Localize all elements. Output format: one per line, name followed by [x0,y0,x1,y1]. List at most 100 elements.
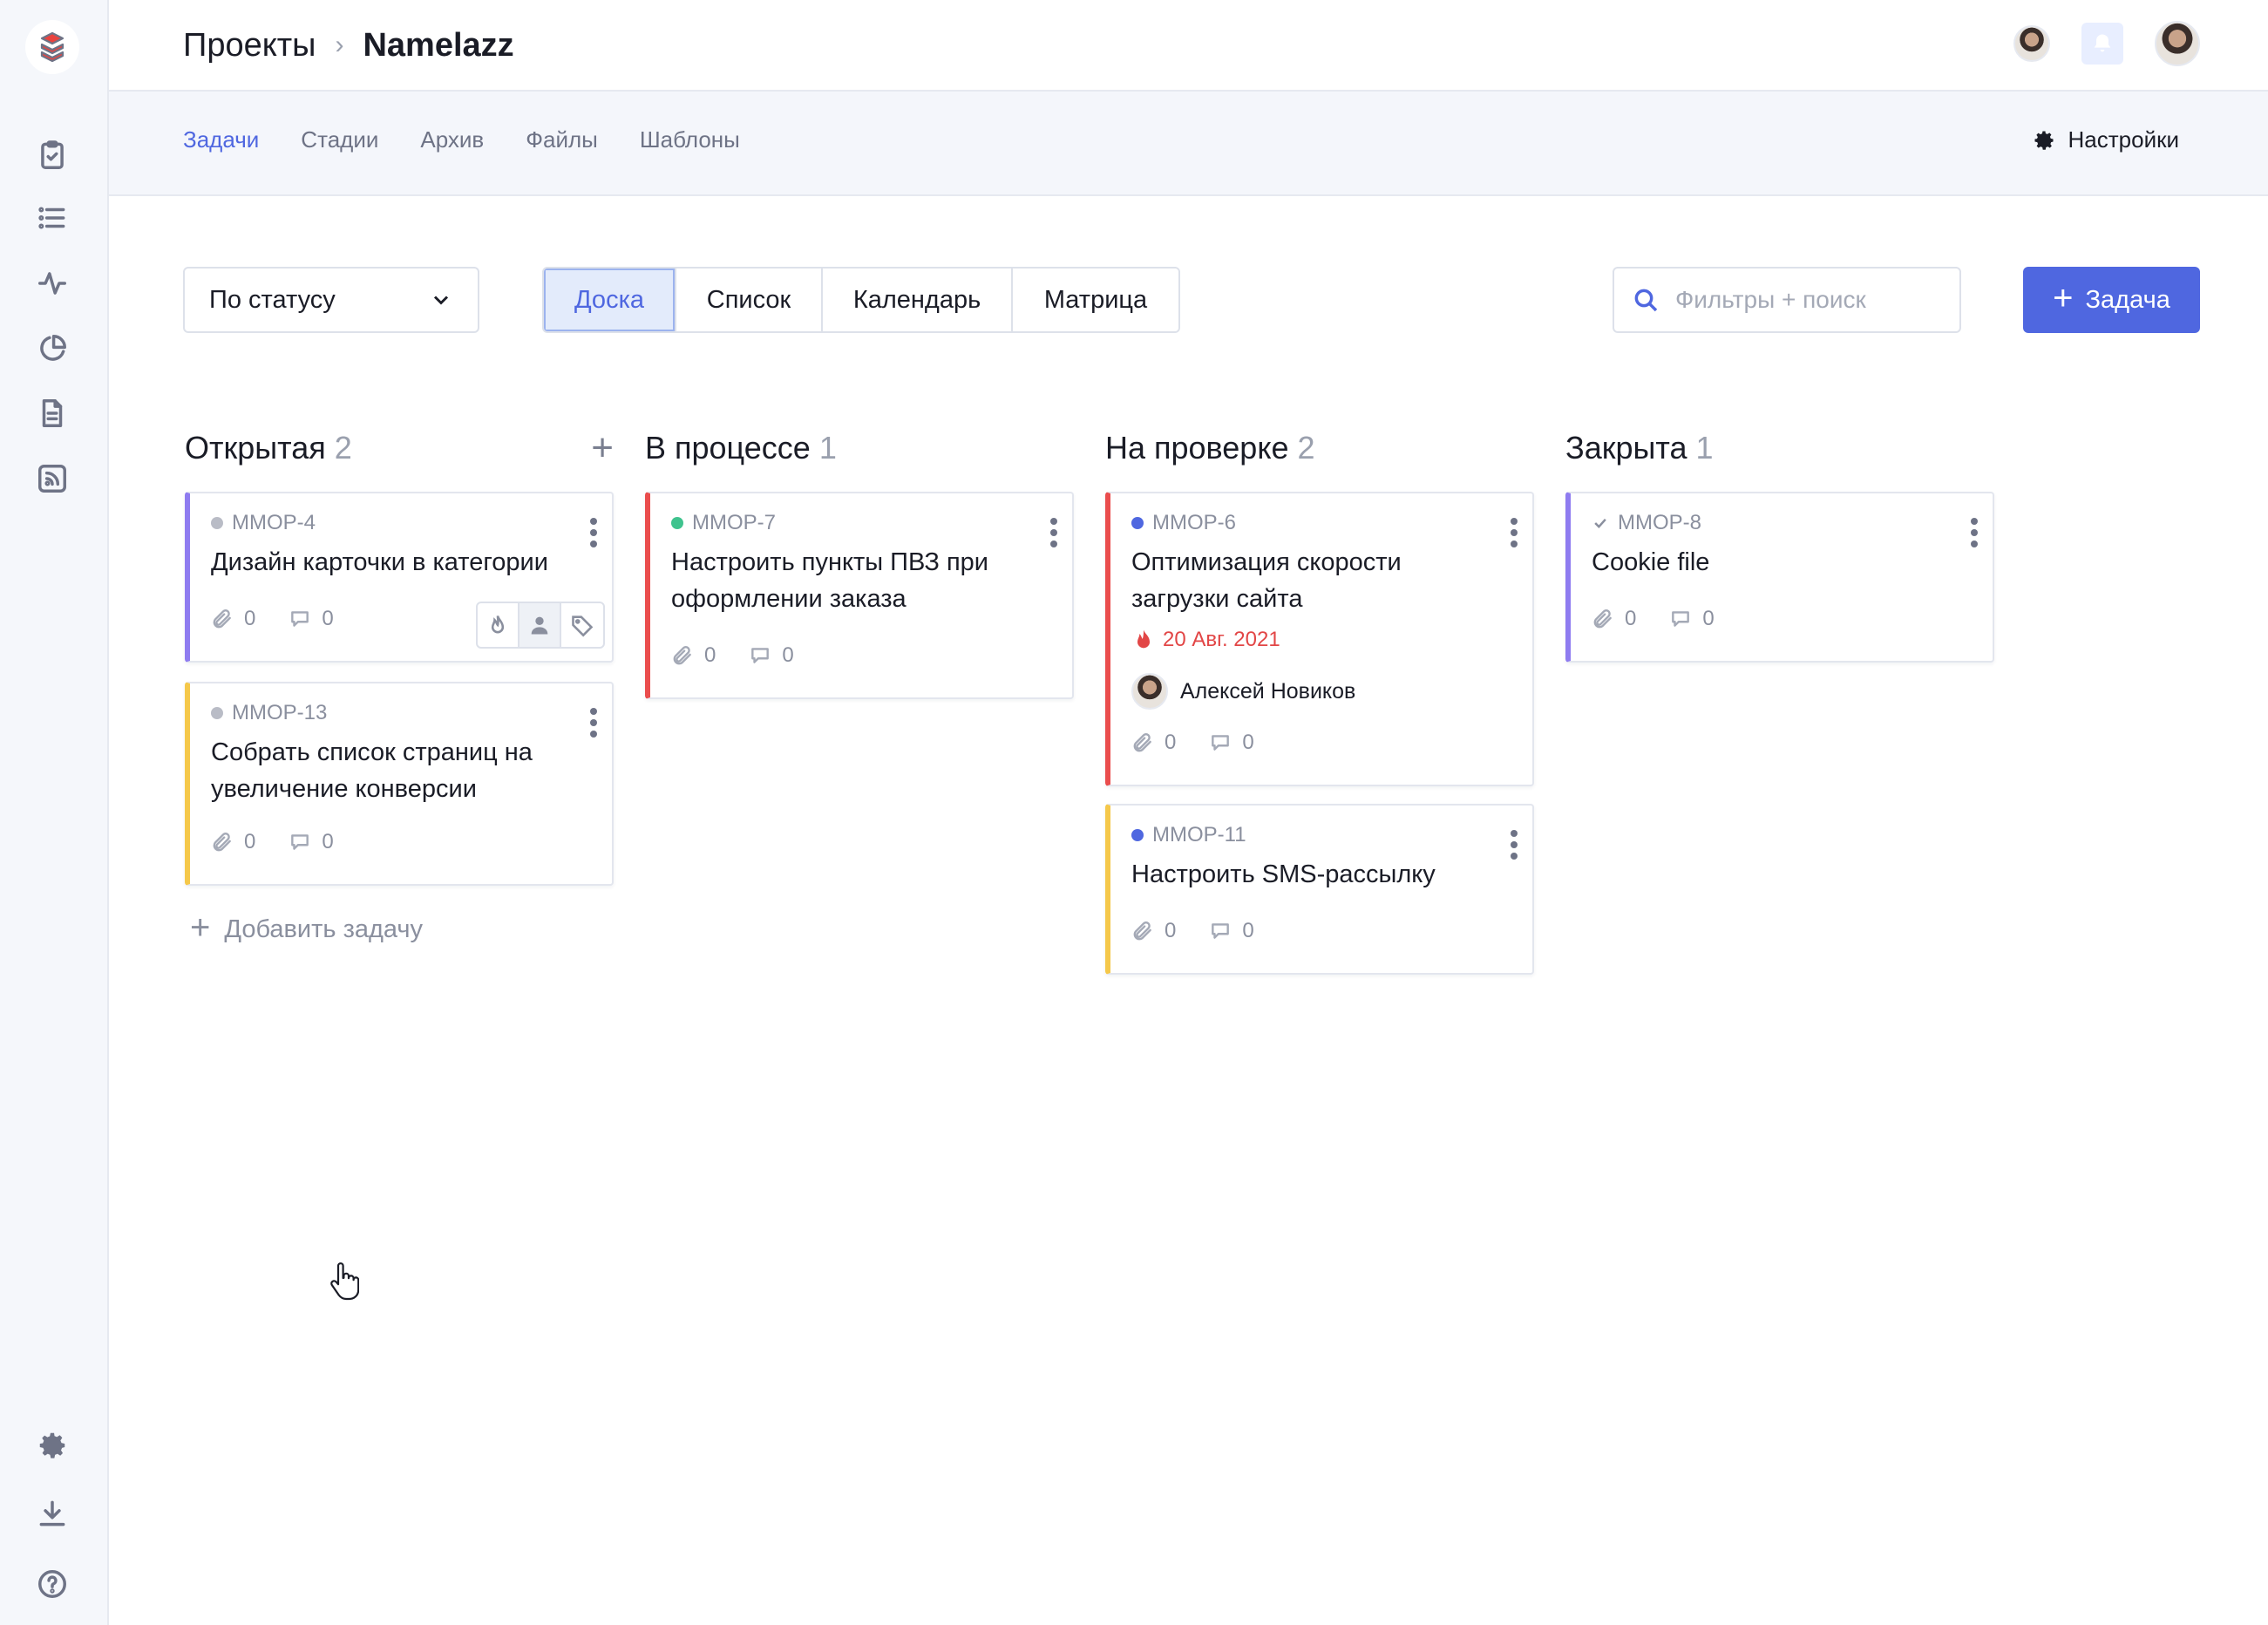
due-date: 20 Авг. 2021 [1131,628,1280,652]
attachments-count: 0 [244,607,256,630]
add-tag-button[interactable] [561,603,603,647]
add-task-button[interactable]: + Задача [2023,267,2200,333]
project-tabs-bar: Задачи Стадии Архив Файлы Шаблоны Настройки [109,92,2268,196]
pie-chart-icon[interactable] [33,330,71,368]
task-title: Cookie file [1592,548,1710,576]
left-sidebar [0,0,109,1625]
assignee[interactable]: Алексей Новиков [1131,673,1355,710]
bell-icon [2094,34,2111,52]
task-card-mmop-7[interactable]: MMOP-7 Настроить пункты ПВЗ при оформлен… [645,492,1074,699]
add-card-button[interactable]: + [591,429,614,467]
tab-3[interactable]: Файлы [526,126,598,153]
column-count: 2 [334,430,352,466]
view-list-button[interactable]: Список [676,269,823,331]
column-closed: Закрыта 1 [1565,422,1998,474]
group-by-value: По статусу [209,285,336,314]
breadcrumb: Проекты › Namelazz [183,24,514,66]
search-icon [1634,289,1658,312]
column-title: В процессе [645,430,811,466]
task-card-mmop-6[interactable]: MMOP-6 Оптимизация скорости загрузки сай… [1105,492,1534,786]
tab-2[interactable]: Архив [420,126,484,153]
paperclip-icon [1133,921,1151,941]
breadcrumb-projects-link[interactable]: Проекты [183,27,316,65]
paperclip-icon [1593,609,1612,629]
settings-label: Настройки [2068,126,2180,153]
column-open: Открытая 2 + [185,422,617,474]
tab-1[interactable]: Стадии [301,126,378,153]
feed-icon[interactable] [33,459,71,498]
tab-4[interactable]: Шаблоны [640,126,740,153]
card-menu-button[interactable] [1049,518,1058,547]
task-code: MMOP-8 [1618,511,1701,534]
assignee-avatar [1131,673,1168,710]
app-logo[interactable] [25,20,79,74]
column-title: На проверке [1105,430,1289,466]
comment-icon [1212,735,1230,751]
task-code: MMOP-6 [1152,511,1236,534]
team-avatar[interactable] [2013,25,2050,62]
task-card-mmop-13[interactable]: MMOP-13 Собрать список страниц на увелич… [185,682,614,886]
column-count: 2 [1297,430,1315,466]
task-code: MMOP-7 [692,511,776,534]
view-board-button[interactable]: Доска [544,269,676,331]
group-by-select[interactable]: По статусу [183,267,479,333]
search-input[interactable] [1675,286,1937,314]
priority-flame-button[interactable] [478,603,519,647]
view-calendar-button[interactable]: Календарь [823,269,1013,331]
card-menu-button[interactable] [589,518,598,547]
card-menu-button[interactable] [589,708,598,738]
attachments-count: 0 [1625,607,1637,630]
flame-icon [1137,629,1150,649]
gear-icon[interactable] [33,1426,71,1465]
add-task-link-label: Добавить задачу [224,914,424,943]
assignee-name: Алексей Новиков [1180,678,1356,704]
chevron-right-icon: › [335,31,344,59]
task-code: MMOP-4 [232,511,316,534]
top-header: Проекты › Namelazz [109,0,2268,92]
card-menu-button[interactable] [1510,518,1518,547]
add-task-link[interactable]: + Добавить задачу [190,910,424,945]
chevron-down-icon [433,296,449,305]
task-card-mmop-11[interactable]: MMOP-11 Настроить SMS-рассылку 0 0 [1105,804,1534,975]
view-matrix-button[interactable]: Матрица [1013,269,1178,331]
task-title: Собрать список страниц на увеличение кон… [211,738,533,803]
add-task-label: Задача [2085,285,2170,314]
task-card-mmop-8[interactable]: MMOP-8 Cookie file 0 0 [1565,492,1994,663]
comments-count: 0 [1242,919,1254,942]
comment-icon [291,834,309,850]
paperclip-icon [213,833,231,852]
user-icon [531,616,548,635]
help-icon[interactable] [33,1565,71,1603]
status-dot [211,517,223,529]
paperclip-icon [673,646,691,665]
activity-icon[interactable] [33,264,71,303]
notifications-button[interactable] [2081,23,2123,65]
tag-icon [572,615,594,637]
comments-count: 0 [1242,731,1254,754]
task-title: Настроить пункты ПВЗ при оформлении зака… [671,548,989,613]
settings-button[interactable]: Настройки [2032,126,2180,153]
view-switcher: Доска Список Календарь Матрица [542,267,1180,333]
comment-icon [1212,923,1230,939]
download-icon[interactable] [33,1494,71,1533]
paperclip-icon [213,609,231,629]
task-title: Настроить SMS-рассылку [1131,860,1436,888]
tab-0[interactable]: Задачи [183,126,259,153]
document-icon[interactable] [33,394,71,432]
assign-user-button[interactable] [519,603,561,647]
task-card-mmop-4[interactable]: MMOP-4 Дизайн карточки в категории 0 0 [185,492,614,663]
card-menu-button[interactable] [1970,518,1979,547]
task-title: Дизайн карточки в категории [211,548,548,576]
tasks-icon[interactable] [33,136,71,174]
status-dot [1131,517,1144,529]
plus-icon: + [2053,279,2074,317]
list-icon[interactable] [33,199,71,237]
card-quick-actions [476,602,605,649]
status-dot [1131,829,1144,841]
user-avatar[interactable] [2155,21,2200,66]
comment-icon [1672,611,1690,627]
attachments-count: 0 [244,830,256,853]
attachments-count: 0 [704,643,716,667]
card-menu-button[interactable] [1510,830,1518,860]
status-dot [671,517,683,529]
